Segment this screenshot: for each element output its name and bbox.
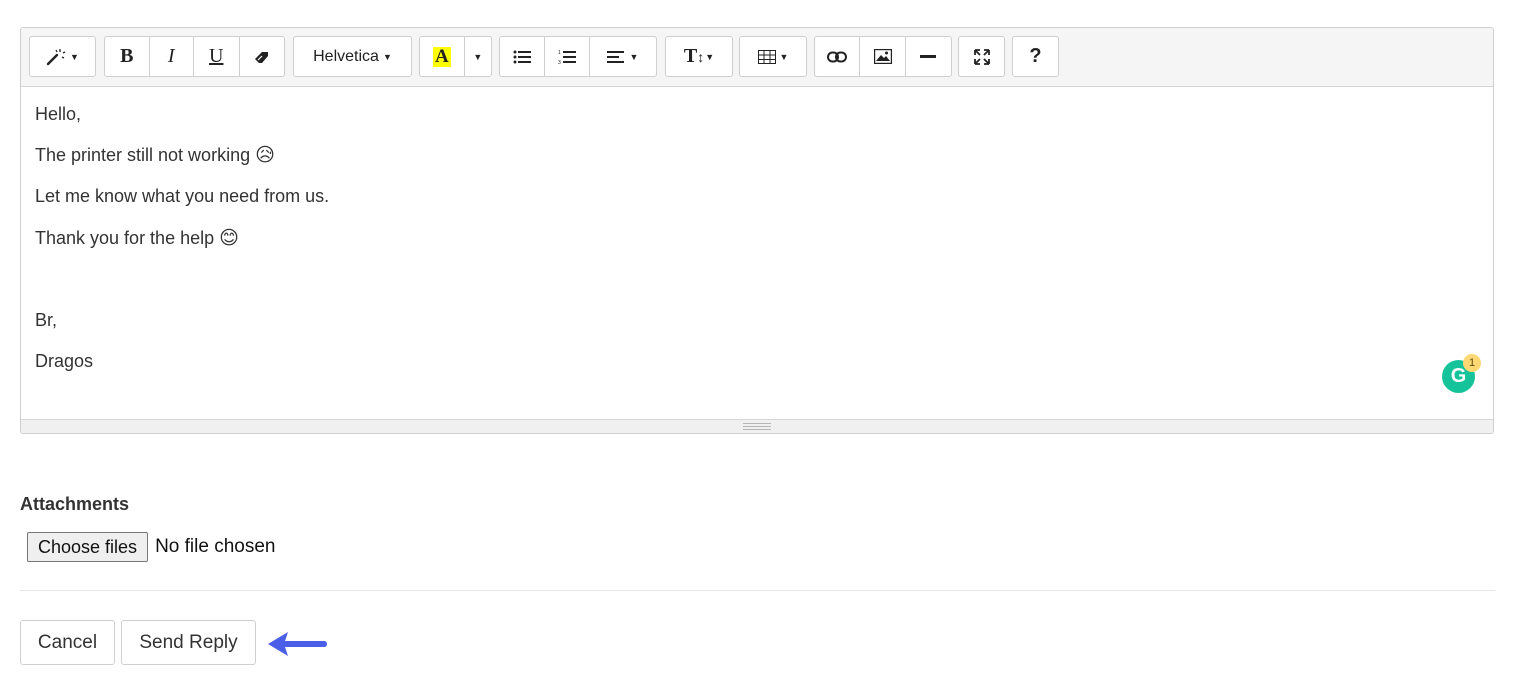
eraser-icon [254,51,268,63]
image-icon [873,49,892,64]
cancel-button[interactable]: Cancel [20,620,115,665]
paragraph-group: 1 3 ▼ [499,36,657,77]
editor-toolbar: ▼ B I U Helvetica ▼ A ▼ 1 3 ▼ T ↕ ▼ ▼ ? [21,28,1493,87]
fullscreen-icon [973,48,990,65]
file-input: Choose files No file chosen [27,532,275,562]
font-size-dropdown[interactable]: T ↕ ▼ [666,37,732,76]
help-button[interactable]: ? [1013,37,1058,76]
file-status: No file chosen [155,536,276,557]
view-group [958,36,1005,77]
sad-face-emoji: 😥 [255,144,275,167]
table-group: ▼ [739,36,807,77]
content-line-text: Thank you for the help [35,227,215,248]
highlight-color-icon: A [433,45,451,67]
content-line: Thank you for the help 😊 [35,225,1479,266]
style-button[interactable]: ▼ [30,37,95,76]
svg-text:1: 1 [558,50,561,56]
bold-button[interactable]: B [105,37,150,76]
content-line [35,266,1479,307]
image-button[interactable] [860,37,906,76]
rich-text-editor: ▼ B I U Helvetica ▼ A ▼ 1 3 ▼ T ↕ ▼ ▼ ? … [20,27,1494,434]
grammarly-badge: 1 [1463,354,1481,372]
ordered-list-icon: 1 3 [558,50,577,65]
fullscreen-button[interactable] [959,37,1004,76]
clear-format-button[interactable] [240,37,285,76]
help-group: ? [1012,36,1059,77]
smiling-face-emoji: 😊 [219,226,239,249]
color-group: A ▼ [419,36,492,77]
font-family-dropdown[interactable]: Helvetica ▼ [294,37,411,76]
content-line-text: The printer still not working [35,145,251,166]
unordered-list-icon [513,50,532,63]
link-button[interactable] [815,37,861,76]
font-size-group: T ↕ ▼ [665,36,733,77]
table-icon [757,49,776,64]
link-icon [827,51,848,62]
editor-resize-handle[interactable] [21,419,1493,433]
table-dropdown[interactable]: ▼ [740,37,806,76]
unordered-list-button[interactable] [500,37,546,76]
font-style-group: B I U [104,36,285,77]
align-dropdown[interactable]: ▼ [590,37,656,76]
font-name-group: Helvetica ▼ [293,36,412,77]
grip-icon [743,423,771,430]
content-line: Br, [35,309,58,330]
content-line: The printer still not working 😥 [35,142,1479,183]
divider [20,590,1495,591]
color-dropdown-button[interactable]: ▼ [465,37,491,76]
highlight-color-button[interactable]: A [420,37,465,76]
horizontal-rule-icon [920,54,937,58]
magic-wand-icon [46,48,66,65]
editor-content[interactable]: Hello, The printer still not working 😥 L… [21,87,1493,389]
chevron-down-icon: ▼ [70,51,79,62]
arrow-left-icon [268,632,327,656]
font-size-icon: T [683,45,698,67]
attachments-title: Attachments [20,494,130,514]
horizontal-rule-button[interactable] [906,37,951,76]
chevron-down-icon: ▼ [382,51,392,62]
chevron-down-icon: ▼ [779,51,789,62]
svg-text:3: 3 [558,60,561,65]
ordered-list-button[interactable]: 1 3 [545,37,590,76]
chevron-down-icon: ▼ [473,51,483,62]
chevron-down-icon: ▼ [705,51,715,62]
send-reply-button[interactable]: Send Reply [121,620,256,665]
underline-button[interactable]: U [194,37,240,76]
content-line: Dragos [35,351,94,372]
arrows-vertical-icon: ↕ [697,48,705,65]
content-line: Hello, [35,104,82,124]
insert-group [814,36,952,77]
choose-files-button[interactable]: Choose files [27,532,149,562]
content-line: Let me know what you need from us. [35,186,330,207]
align-icon [607,50,625,63]
style-group: ▼ [29,36,96,77]
italic-button[interactable]: I [150,37,194,76]
chevron-down-icon: ▼ [629,51,639,62]
font-family-label: Helvetica [313,47,379,65]
grammarly-icon[interactable]: G 1 [1442,354,1481,393]
